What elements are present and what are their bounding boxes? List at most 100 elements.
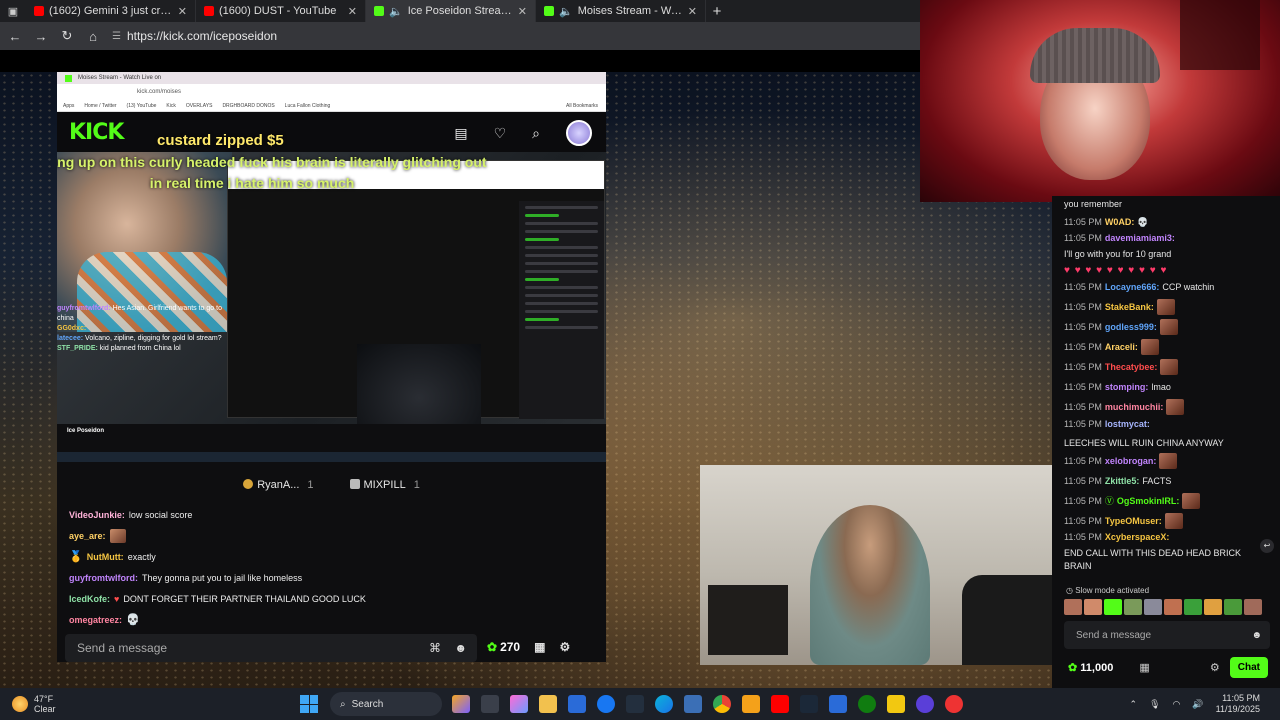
bookmark: Kick bbox=[166, 102, 176, 109]
notes-icon[interactable] bbox=[887, 695, 905, 713]
folder-icon[interactable] bbox=[539, 695, 557, 713]
skull-icon: 💀 bbox=[1137, 216, 1149, 227]
clock[interactable]: 11:05 PM 11/19/2025 bbox=[1216, 693, 1260, 715]
emote-icon bbox=[1159, 319, 1178, 335]
screen: ▣ (1602) Gemini 3 just crushed eve ✕ (16… bbox=[0, 0, 1280, 720]
microphone-icon[interactable]: 🎙 bbox=[1149, 699, 1160, 710]
points-icon: ✿ bbox=[1068, 661, 1078, 674]
emote-icon[interactable] bbox=[1124, 599, 1142, 615]
emoji-icon[interactable]: ☻ bbox=[1251, 630, 1262, 641]
chat-panel: you remember 11:05 PM W0AD: 💀 11:05 PM dave… bbox=[1052, 196, 1280, 688]
site-info-icon[interactable]: ☰ bbox=[112, 31, 121, 42]
stream-video[interactable]: Moises Stream - Watch Live on kick.com/m… bbox=[0, 50, 1052, 688]
verified-icon: Ⓥ bbox=[1104, 495, 1114, 506]
leaderboard-item: RyanA... 1 bbox=[243, 479, 314, 491]
gift-icon[interactable]: ▦ bbox=[1139, 661, 1149, 674]
emote-icon[interactable] bbox=[1244, 599, 1262, 615]
close-icon[interactable]: ✕ bbox=[688, 5, 697, 18]
reload-icon[interactable]: ↻ bbox=[60, 28, 74, 44]
url-field[interactable]: ☰ https://kick.com/iceposeidon bbox=[112, 29, 277, 43]
forward-icon[interactable]: → bbox=[34, 29, 48, 44]
embedded-stream-window: Moises Stream - Watch Live on kick.com/m… bbox=[57, 72, 606, 662]
tab-moises[interactable]: 🔈 Moises Stream - Watch Live ✕ bbox=[536, 0, 706, 22]
chat-message: 11:05 PM davemiamiami3: I'll go with you f… bbox=[1064, 233, 1175, 276]
bookmark: OVERLAYS bbox=[185, 102, 213, 109]
obs-icon[interactable] bbox=[916, 695, 934, 713]
start-button[interactable] bbox=[300, 695, 318, 713]
weather-widget[interactable]: 47°F Clear bbox=[0, 694, 300, 714]
kick-icon bbox=[374, 6, 384, 16]
home-icon[interactable]: ⌂ bbox=[86, 29, 100, 44]
gear-icon[interactable]: ⚙ bbox=[1210, 661, 1220, 674]
gift-leaderboard: RyanA... 1 MIXPILL 1 bbox=[57, 474, 606, 496]
wifi-icon[interactable]: ◠ bbox=[1173, 699, 1181, 710]
emote-icon bbox=[1156, 299, 1175, 315]
taskbar-search[interactable]: ⌕ Search bbox=[330, 692, 442, 716]
chat-message: IcedKofe: ♥ DONT FORGET THEIR PARTNER THAI… bbox=[69, 593, 366, 604]
youtube-icon bbox=[204, 6, 214, 16]
channel-points[interactable]: ✿ 11,000 bbox=[1068, 661, 1113, 674]
emote-icon[interactable] bbox=[1084, 599, 1102, 615]
emote-icon bbox=[1182, 493, 1201, 509]
embedded-url: kick.com/moises bbox=[57, 84, 606, 100]
embedded-overlay-chat: guyfromtwlford: Hes Asian. Girlfriend wa… bbox=[57, 304, 227, 354]
steam-icon[interactable] bbox=[800, 695, 818, 713]
emote-icon[interactable] bbox=[1224, 599, 1242, 615]
scroll-to-bottom-icon[interactable]: ↩ bbox=[1260, 539, 1274, 553]
windows-taskbar: 47°F Clear ⌕ Search ⌃ 🎙 ◠ 🔊 11:05 PM 11/… bbox=[0, 688, 1280, 720]
calculator-icon[interactable] bbox=[684, 695, 702, 713]
chat-message-input[interactable]: Send a message ☻ bbox=[1064, 621, 1270, 649]
emote-icon[interactable] bbox=[1104, 599, 1122, 615]
task-view-icon[interactable] bbox=[481, 695, 499, 713]
settings-icon[interactable] bbox=[945, 695, 963, 713]
copilot-icon[interactable] bbox=[452, 695, 470, 713]
quick-emotes[interactable] bbox=[1064, 599, 1262, 615]
embedded-bookmarks: Apps Home / Twitter (13) YouTube Kick OV… bbox=[57, 100, 606, 112]
volume-icon[interactable]: 🔊 bbox=[1192, 699, 1203, 710]
new-tab-button[interactable]: + bbox=[706, 3, 728, 20]
tab-actions-icon[interactable]: ▣ bbox=[0, 5, 26, 18]
emote-icon[interactable] bbox=[1164, 599, 1182, 615]
chat-message: VideoJunkie: low social score bbox=[69, 509, 193, 520]
bookmark: (13) YouTube bbox=[126, 102, 157, 109]
chat-user: GG0dxc: bbox=[57, 325, 87, 332]
sun-icon bbox=[12, 696, 28, 712]
emote-icon[interactable] bbox=[1064, 599, 1082, 615]
emote-icon[interactable] bbox=[1204, 599, 1222, 615]
guest-webcam bbox=[700, 465, 1052, 665]
close-icon[interactable]: ✕ bbox=[348, 5, 357, 18]
tab-gemini[interactable]: (1602) Gemini 3 just crushed eve ✕ bbox=[26, 0, 196, 22]
emote-icon[interactable] bbox=[1144, 599, 1162, 615]
youtube-icon[interactable] bbox=[771, 695, 789, 713]
facebook-icon[interactable] bbox=[597, 695, 615, 713]
chat-send-button[interactable]: Chat bbox=[1229, 656, 1268, 678]
chevron-up-icon[interactable]: ⌃ bbox=[1130, 699, 1138, 710]
guest-person bbox=[810, 505, 930, 665]
chat-text: kid planned from China lol bbox=[99, 345, 181, 352]
skull-icon: 💀 bbox=[126, 614, 140, 626]
embedded-stream-info: Ice Poseidon bbox=[57, 424, 606, 452]
chat-message: 11:05 PM W0AD: 💀 bbox=[1064, 216, 1149, 227]
badge-icon: 🥇 bbox=[69, 551, 83, 563]
chat-message: 11:05 PM Ⓥ OgSmokinIRL: bbox=[1052, 491, 1280, 511]
xbox-icon[interactable] bbox=[858, 695, 876, 713]
close-icon[interactable]: ✕ bbox=[178, 5, 187, 18]
emote-icon[interactable] bbox=[1184, 599, 1202, 615]
speaker-icon[interactable]: 🔈 bbox=[559, 5, 573, 18]
back-icon[interactable]: ← bbox=[8, 29, 22, 44]
kick-icon bbox=[544, 6, 554, 16]
tab-dust[interactable]: (1600) DUST - YouTube ✕ bbox=[196, 0, 366, 22]
close-icon[interactable]: ✕ bbox=[518, 5, 527, 18]
chrome-icon[interactable] bbox=[713, 695, 731, 713]
store-icon[interactable] bbox=[568, 695, 586, 713]
chat-user: latecee: bbox=[57, 335, 84, 342]
edge-icon[interactable] bbox=[655, 695, 673, 713]
amazon-icon[interactable] bbox=[626, 695, 644, 713]
app-icon[interactable] bbox=[829, 695, 847, 713]
embedded-taskbar bbox=[57, 452, 606, 462]
emoji-icon: ☻ bbox=[454, 641, 467, 655]
tab-ice-poseidon[interactable]: 🔈 Ice Poseidon Stream - Watch ✕ bbox=[366, 0, 536, 22]
copilot-app-icon[interactable] bbox=[510, 695, 528, 713]
vlc-icon[interactable] bbox=[742, 695, 760, 713]
speaker-icon[interactable]: 🔈 bbox=[389, 5, 403, 18]
